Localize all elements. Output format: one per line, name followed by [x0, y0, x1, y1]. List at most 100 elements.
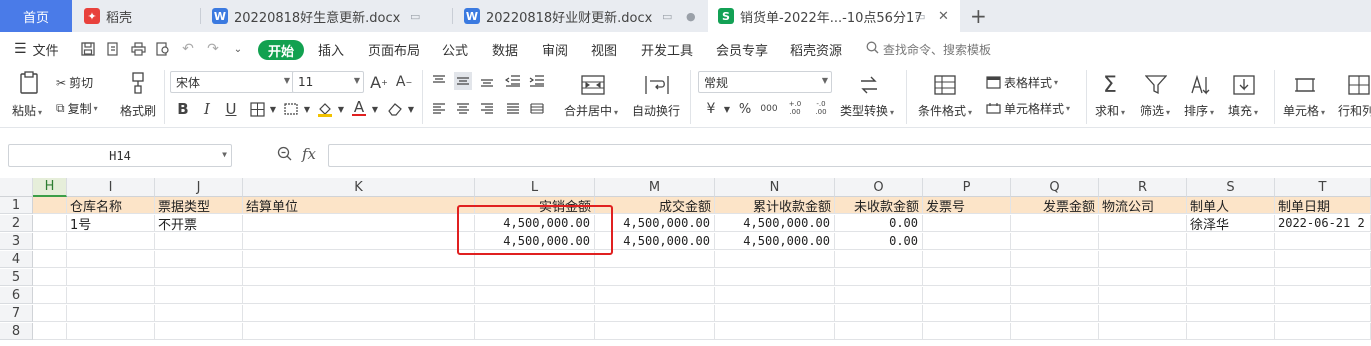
- column-header-p[interactable]: P: [923, 178, 1011, 197]
- table-cell[interactable]: 4,500,000.00: [595, 215, 715, 232]
- table-cell[interactable]: [1187, 251, 1275, 268]
- command-search[interactable]: 查找命令、搜索模板: [866, 32, 991, 66]
- table-cell[interactable]: [155, 305, 243, 322]
- table-cell[interactable]: [33, 305, 67, 322]
- table-cell[interactable]: [1275, 269, 1371, 286]
- table-cell[interactable]: [1099, 251, 1187, 268]
- wrap-text-button[interactable]: 自动换行: [632, 102, 680, 119]
- align-middle-icon[interactable]: [454, 72, 472, 90]
- menu-tab-page-layout[interactable]: 页面布局: [368, 32, 420, 66]
- decrease-indent-icon[interactable]: [504, 72, 522, 90]
- decrease-decimal-icon[interactable]: -.0 .00: [810, 99, 832, 117]
- table-cell[interactable]: [475, 323, 595, 340]
- table-cell[interactable]: [67, 323, 155, 340]
- column-header-j[interactable]: J: [155, 178, 243, 197]
- table-cell[interactable]: [1187, 233, 1275, 250]
- table-cell[interactable]: 制单人: [1187, 197, 1275, 214]
- table-cell[interactable]: [33, 323, 67, 340]
- column-header-s[interactable]: S: [1187, 178, 1275, 197]
- table-cell[interactable]: 累计收款金额: [715, 197, 835, 214]
- font-name-select[interactable]: 宋体 ▼: [170, 71, 294, 93]
- percent-icon[interactable]: %: [736, 100, 754, 118]
- print-icon[interactable]: [130, 41, 146, 57]
- row-header[interactable]: 5: [0, 269, 33, 286]
- table-cell[interactable]: [835, 323, 923, 340]
- menu-tab-membership[interactable]: 会员专享: [716, 32, 768, 66]
- table-cell[interactable]: [1011, 323, 1099, 340]
- table-cell[interactable]: [1011, 287, 1099, 304]
- merge-center-icon[interactable]: [580, 72, 606, 98]
- table-cell[interactable]: [1011, 215, 1099, 232]
- table-cell[interactable]: 不开票: [155, 215, 243, 232]
- table-cell[interactable]: [155, 323, 243, 340]
- table-cell[interactable]: [715, 323, 835, 340]
- table-cell[interactable]: [67, 305, 155, 322]
- zoom-magnifier-icon[interactable]: [277, 146, 292, 165]
- table-cell[interactable]: 4,500,000.00: [715, 215, 835, 232]
- table-cell[interactable]: 1号: [67, 215, 155, 232]
- print-preview-icon[interactable]: [155, 41, 171, 57]
- table-cell[interactable]: 成交金额: [595, 197, 715, 214]
- table-cell[interactable]: [595, 305, 715, 322]
- chevron-down-icon[interactable]: ▼: [264, 100, 282, 118]
- table-cell[interactable]: 发票号: [923, 197, 1011, 214]
- distributed-align-icon[interactable]: [528, 100, 546, 118]
- file-menu[interactable]: ☰ 文件: [14, 32, 59, 66]
- menu-tab-data[interactable]: 数据: [492, 32, 518, 66]
- table-cell[interactable]: [1011, 269, 1099, 286]
- export-pdf-icon[interactable]: [105, 41, 121, 57]
- table-cell[interactable]: [923, 269, 1011, 286]
- table-cell[interactable]: [1275, 305, 1371, 322]
- table-cell[interactable]: [1275, 323, 1371, 340]
- type-convert-icon[interactable]: [856, 72, 882, 98]
- align-right-icon[interactable]: [478, 100, 496, 118]
- increase-indent-icon[interactable]: [528, 72, 546, 90]
- format-painter-button[interactable]: 格式刷: [120, 102, 156, 119]
- table-cell[interactable]: [923, 233, 1011, 250]
- increase-decimal-icon[interactable]: +.0 .00: [784, 99, 806, 117]
- table-cell[interactable]: [923, 287, 1011, 304]
- table-cell[interactable]: [243, 305, 475, 322]
- table-cell[interactable]: [475, 305, 595, 322]
- table-cell[interactable]: [67, 269, 155, 286]
- tab-pin-icon[interactable]: ▭: [662, 0, 672, 32]
- table-cell[interactable]: [1275, 251, 1371, 268]
- table-cell[interactable]: 0.00: [835, 215, 923, 232]
- type-convert-button[interactable]: 类型转换 ▾: [840, 102, 894, 119]
- table-cell[interactable]: [1187, 269, 1275, 286]
- tab-home[interactable]: 首页: [0, 0, 72, 32]
- menu-tab-review[interactable]: 审阅: [542, 32, 568, 66]
- row-header[interactable]: 3: [0, 233, 33, 250]
- table-cell[interactable]: [923, 215, 1011, 232]
- table-cell[interactable]: 4,500,000.00: [475, 215, 595, 232]
- quick-access-dropdown-icon[interactable]: ⌄: [230, 41, 246, 57]
- chevron-down-icon[interactable]: ▼: [402, 100, 420, 118]
- column-header-t[interactable]: T: [1275, 178, 1371, 197]
- table-cell[interactable]: [835, 305, 923, 322]
- number-format-select[interactable]: 常规 ▼: [698, 71, 832, 93]
- table-cell[interactable]: [1011, 233, 1099, 250]
- table-cell[interactable]: [1099, 215, 1187, 232]
- table-cell[interactable]: 徐泽华: [1187, 215, 1275, 232]
- table-cell[interactable]: [923, 251, 1011, 268]
- paste-icon[interactable]: [16, 70, 42, 96]
- name-box[interactable]: H14 ▼: [8, 144, 232, 167]
- table-cell[interactable]: 制单日期: [1275, 197, 1371, 214]
- sum-button[interactable]: 求和 ▾: [1095, 102, 1125, 119]
- align-left-icon[interactable]: [430, 100, 448, 118]
- sort-icon[interactable]: [1187, 72, 1213, 98]
- chevron-down-icon[interactable]: ▼: [298, 100, 316, 118]
- grow-font-icon[interactable]: A +: [370, 73, 388, 92]
- table-cell[interactable]: [1011, 251, 1099, 268]
- table-cell[interactable]: [243, 233, 475, 250]
- chevron-down-icon[interactable]: ▼: [332, 100, 350, 118]
- table-cell[interactable]: 未收款金额: [835, 197, 923, 214]
- table-cell[interactable]: [715, 269, 835, 286]
- row-header[interactable]: 2: [0, 215, 33, 232]
- table-cell[interactable]: [835, 251, 923, 268]
- menu-tab-formula[interactable]: 公式: [442, 32, 468, 66]
- wrap-text-icon[interactable]: [644, 72, 670, 98]
- table-cell[interactable]: [155, 269, 243, 286]
- column-header-k[interactable]: K: [243, 178, 475, 197]
- table-cell[interactable]: [155, 287, 243, 304]
